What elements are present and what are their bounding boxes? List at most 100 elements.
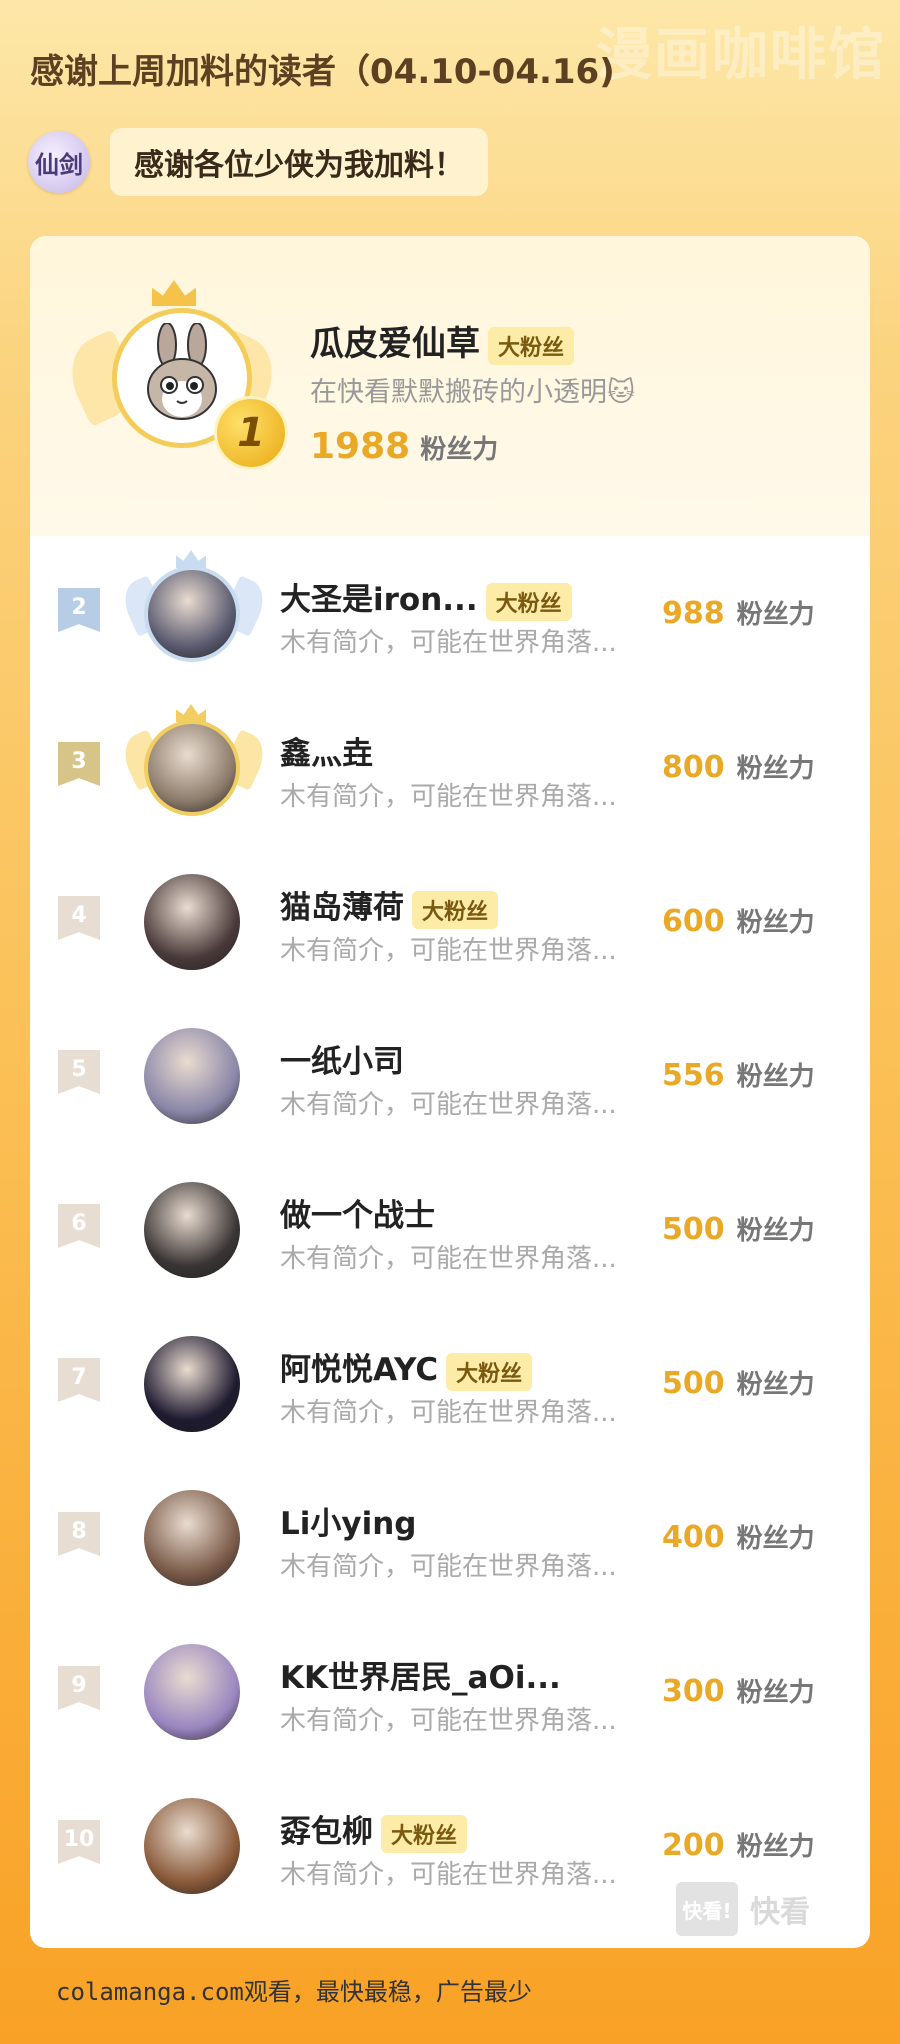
reader-name: 做一个战士 xyxy=(280,1198,435,1234)
reader-score: 500 粉丝力 xyxy=(662,1364,815,1401)
ranking-card: 1 瓜皮爱仙草 大粉丝 在快看默默搬砖的小透明🐱 1988 粉丝力 2 大圣是iron… xyxy=(30,236,870,1948)
reader-row[interactable]: 4 猫岛薄荷 大粉丝木有简介，可能在世界角落... 600 粉丝力 xyxy=(30,844,870,998)
rank-flag-icon: 8 xyxy=(58,1512,100,1556)
reader-name: KK世界居民_aOi... xyxy=(280,1660,561,1696)
reader-name: 猫岛薄荷 xyxy=(280,890,404,926)
footer-notice: colamanga.com观看，最快最稳，广告最少 xyxy=(56,1978,532,2006)
score-value: 400 xyxy=(662,1520,725,1555)
top-reader-name[interactable]: 瓜皮爱仙草 大粉丝 xyxy=(310,316,575,365)
reader-name: 大圣是iron... xyxy=(280,582,478,618)
score-value: 300 xyxy=(662,1674,725,1709)
reader-name-line[interactable]: 孬包柳 大粉丝 xyxy=(280,1806,468,1853)
reader-name: Li小ying xyxy=(280,1506,417,1542)
reader-row[interactable]: 8 Li小ying 木有简介，可能在世界角落... 400 粉丝力 xyxy=(30,1460,870,1614)
reader-score: 800 粉丝力 xyxy=(662,748,815,785)
reader-score: 500 粉丝力 xyxy=(662,1210,815,1247)
fan-badge: 大粉丝 xyxy=(485,582,572,621)
reader-score: 400 粉丝力 xyxy=(662,1518,815,1555)
score-unit: 粉丝力 xyxy=(736,1832,815,1862)
reader-desc: 木有简介，可能在世界角落... xyxy=(280,1244,617,1274)
avatar[interactable] xyxy=(144,1028,240,1124)
reader-row[interactable]: 9 KK世界居民_aOi... 木有简介，可能在世界角落... 300 粉丝力 xyxy=(30,1614,870,1768)
score-value: 988 xyxy=(662,596,725,631)
reader-name-line[interactable]: Li小ying xyxy=(280,1498,416,1543)
reader-desc: 木有简介，可能在世界角落... xyxy=(280,1860,617,1890)
page-title: 感谢上周加料的读者（04.10-04.16) xyxy=(30,52,615,92)
rank-flag-icon: 9 xyxy=(58,1666,100,1710)
reader-desc: 木有简介，可能在世界角落... xyxy=(280,782,617,812)
reader-desc: 木有简介，可能在世界角落... xyxy=(280,1398,617,1428)
score-value: 200 xyxy=(662,1828,725,1863)
rank-flag-icon: 6 xyxy=(58,1204,100,1248)
avatar[interactable] xyxy=(144,566,240,662)
avatar[interactable] xyxy=(144,1644,240,1740)
rank-flag-icon: 4 xyxy=(58,896,100,940)
rank-1-medal: 1 xyxy=(214,396,288,470)
avatar[interactable] xyxy=(144,1336,240,1432)
reader-name-line[interactable]: 做一个战士 xyxy=(280,1190,435,1235)
thanks-row: 仙剑 感谢各位少侠为我加料！ xyxy=(28,128,488,196)
score-value: 600 xyxy=(662,904,725,939)
avatar[interactable] xyxy=(144,720,240,816)
top-reader[interactable]: 1 瓜皮爱仙草 大粉丝 在快看默默搬砖的小透明🐱 1988 粉丝力 xyxy=(30,236,870,536)
avatar[interactable] xyxy=(144,1182,240,1278)
reader-name-line[interactable]: 鑫灬垚 xyxy=(280,728,373,773)
score-unit: 粉丝力 xyxy=(736,908,815,938)
rank-flag-icon: 5 xyxy=(58,1050,100,1094)
reader-score: 300 粉丝力 xyxy=(662,1672,815,1709)
score-unit: 粉丝力 xyxy=(736,1216,815,1246)
reader-name-line[interactable]: 阿悦悦AYC 大粉丝 xyxy=(280,1344,533,1391)
avatar[interactable] xyxy=(144,874,240,970)
top-avatar-frame: 1 xyxy=(57,280,288,484)
rank-flag-icon: 3 xyxy=(58,742,100,786)
score-value: 500 xyxy=(662,1212,725,1247)
score-unit: 粉丝力 xyxy=(736,600,815,630)
reader-name: 一纸小司 xyxy=(280,1044,404,1080)
reader-row[interactable]: 7 阿悦悦AYC 大粉丝木有简介，可能在世界角落... 500 粉丝力 xyxy=(30,1306,870,1460)
reader-name: 阿悦悦AYC xyxy=(280,1352,439,1388)
rank-flag-icon: 7 xyxy=(58,1358,100,1402)
reader-row[interactable]: 2 大圣是iron... 大粉丝 木有简介，可能在世界角落... 988 粉丝力 xyxy=(30,536,870,690)
reader-score: 556 粉丝力 xyxy=(662,1056,815,1093)
score-value: 1988 xyxy=(310,426,411,467)
score-unit: 粉丝力 xyxy=(736,1524,815,1554)
thanks-bubble: 感谢各位少侠为我加料！ xyxy=(110,128,488,196)
fan-badge: 大粉丝 xyxy=(488,326,575,365)
watermark-text: 漫画咖啡馆 xyxy=(596,23,886,88)
reader-name-line[interactable]: 一纸小司 xyxy=(280,1036,404,1081)
fan-badge: 大粉丝 xyxy=(412,890,499,929)
rank-flag-icon: 10 xyxy=(58,1820,100,1864)
reader-score: 600 粉丝力 xyxy=(662,902,815,939)
score-unit: 粉丝力 xyxy=(736,1678,815,1708)
reader-desc: 木有简介，可能在世界角落... xyxy=(280,1090,617,1120)
reader-row[interactable]: 6 做一个战士木有简介，可能在世界角落... 500 粉丝力 xyxy=(30,1152,870,1306)
fan-badge: 大粉丝 xyxy=(446,1352,533,1391)
kuaikan-watermark: 快看! 快看 xyxy=(676,1882,810,1936)
score-unit: 粉丝力 xyxy=(420,435,499,465)
avatar[interactable] xyxy=(144,1490,240,1586)
reader-desc: 木有简介，可能在世界角落... xyxy=(280,936,617,966)
score-unit: 粉丝力 xyxy=(736,1062,815,1092)
reader-name-line[interactable]: KK世界居民_aOi... xyxy=(280,1652,561,1697)
reader-desc: 木有简介，可能在世界角落... xyxy=(280,1552,617,1582)
reader-name: 孬包柳 xyxy=(280,1814,373,1850)
reader-row[interactable]: 3 鑫灬垚木有简介，可能在世界角落... 800 粉丝力 xyxy=(30,690,870,844)
score-value: 500 xyxy=(662,1366,725,1401)
top-reader-score: 1988 粉丝力 xyxy=(310,426,498,467)
avatar[interactable] xyxy=(144,1798,240,1894)
rank-flag-icon: 2 xyxy=(58,588,100,632)
reader-name: 瓜皮爱仙草 xyxy=(310,324,480,364)
fan-badge: 大粉丝 xyxy=(381,1814,468,1853)
reader-row[interactable]: 5 一纸小司木有简介，可能在世界角落... 556 粉丝力 xyxy=(30,998,870,1152)
kuaikan-watermark-text: 快看 xyxy=(750,1895,810,1930)
kuaikan-logo-icon: 快看! xyxy=(676,1882,738,1936)
score-value: 556 xyxy=(662,1058,725,1093)
reader-desc: 木有简介，可能在世界角落... xyxy=(280,1706,617,1736)
score-value: 800 xyxy=(662,750,725,785)
crown-icon xyxy=(152,280,196,306)
reader-name-line[interactable]: 大圣是iron... 大粉丝 xyxy=(280,574,572,621)
reader-name: 鑫灬垚 xyxy=(280,736,373,772)
reader-name-line[interactable]: 猫岛薄荷 大粉丝 xyxy=(280,882,499,929)
score-unit: 粉丝力 xyxy=(736,1370,815,1400)
reader-score: 988 粉丝力 xyxy=(662,594,815,631)
